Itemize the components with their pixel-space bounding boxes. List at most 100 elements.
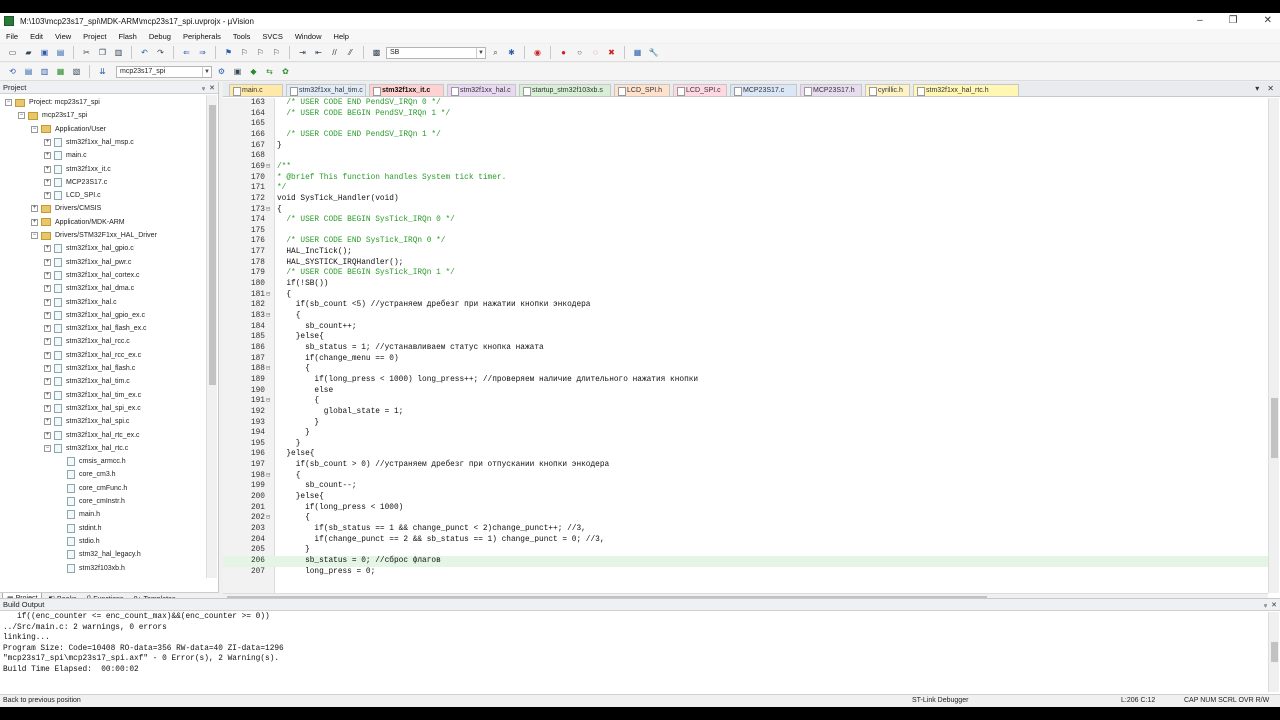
editor-tab[interactable]: LCD_SPI.h — [614, 84, 670, 96]
disable-breakpoint-icon[interactable]: ○ — [573, 46, 586, 59]
tree-file-item[interactable]: + stm32f1xx_hal_spi.c — [44, 415, 129, 428]
code-line[interactable]: 179 /* USER CODE BEGIN SysTick_IRQn 1 */ — [223, 268, 1268, 279]
editor-tab[interactable]: MCP23S17.h — [800, 84, 862, 96]
find-combo[interactable]: SB ▼ — [386, 46, 486, 59]
close-button[interactable]: ✕ — [1264, 15, 1272, 26]
expand-icon[interactable]: + — [44, 391, 51, 399]
expand-icon[interactable]: + — [44, 338, 51, 346]
code-line[interactable]: 193 } — [223, 418, 1268, 429]
expand-icon[interactable]: + — [44, 325, 51, 333]
code-line[interactable]: 163 /* USER CODE END PendSV_IRQn 0 */ — [223, 98, 1268, 109]
expand-icon[interactable]: + — [44, 351, 51, 359]
code-line[interactable]: 169 ⊟/** — [223, 162, 1268, 173]
file-extensions-icon[interactable]: ▣ — [231, 65, 244, 78]
code-line[interactable]: 190 else — [223, 386, 1268, 397]
tree-file-item[interactable]: + stm32f1xx_it.c — [44, 163, 111, 176]
build-output-text[interactable]: if((enc_counter <= enc_count_max)&&(enc_… — [0, 612, 1266, 692]
redo-icon[interactable]: ↷ — [154, 46, 167, 59]
expand-icon[interactable]: + — [44, 431, 51, 439]
tree-file-item[interactable]: − stm32f1xx_hal_rtc.c — [44, 442, 128, 455]
tree-file-item[interactable]: + stm32f1xx_hal_cortex.c — [44, 269, 140, 282]
collapse-icon[interactable]: − — [44, 444, 51, 452]
editor-tab[interactable]: LCD_SPI.c — [673, 84, 727, 96]
code-line[interactable]: 195 } — [223, 439, 1268, 450]
tree-file-item[interactable]: + stm32f1xx_hal_tim_ex.c — [44, 389, 141, 402]
translate-icon[interactable]: ⟲ — [6, 65, 19, 78]
code-line[interactable]: 174 /* USER CODE BEGIN SysTick_IRQn 0 */ — [223, 215, 1268, 226]
menu-project[interactable]: Project — [83, 32, 106, 41]
close-icon[interactable]: ✕ — [209, 84, 215, 92]
fold-marker-icon[interactable]: ⊟ — [266, 162, 274, 173]
fold-marker-icon[interactable]: ⊟ — [266, 471, 274, 482]
open-folder-icon[interactable]: ▰ — [22, 46, 35, 59]
fold-marker-icon[interactable]: ⊟ — [266, 396, 274, 407]
collapse-icon[interactable]: − — [18, 112, 25, 120]
code-line[interactable]: 201 if(long_press < 1000) — [223, 503, 1268, 514]
menu-edit[interactable]: Edit — [30, 32, 43, 41]
code-line[interactable]: 173 ⊟{ — [223, 205, 1268, 216]
kill-breakpoints-icon[interactable]: ✖ — [605, 46, 618, 59]
code-line[interactable]: 206 sb_status = 0; //сброс флагов — [223, 555, 1268, 567]
tree-file-item[interactable]: core_cmFunc.h — [57, 482, 127, 495]
code-line[interactable]: 192 global_state = 1; — [223, 407, 1268, 418]
project-scrollbar[interactable] — [206, 95, 217, 578]
code-line[interactable]: 172 void SysTick_Handler(void) — [223, 194, 1268, 205]
window-layout-icon[interactable]: ▦ — [631, 46, 644, 59]
editor-tab[interactable]: stm32f1xx_hal.c — [447, 84, 516, 96]
close-icon[interactable]: ✕ — [1271, 601, 1277, 609]
paste-icon[interactable]: ▥ — [112, 46, 125, 59]
collapse-icon[interactable]: − — [5, 99, 12, 106]
select-packs-icon[interactable]: ⇆ — [263, 65, 276, 78]
code-line[interactable]: 184 sb_count++; — [223, 322, 1268, 333]
expand-icon[interactable]: + — [44, 285, 51, 293]
tree-file-item[interactable]: + stm32f1xx_hal_rcc.c — [44, 335, 130, 348]
code-line[interactable]: 167} — [223, 141, 1268, 152]
find-in-files-icon[interactable]: ▩ — [370, 46, 383, 59]
tree-file-item[interactable]: + stm32f1xx_hal_spi_ex.c — [44, 402, 141, 415]
code-line[interactable]: 203 if(sb_status == 1 && change_punct < … — [223, 524, 1268, 535]
code-line[interactable]: 178 HAL_SYSTICK_IRQHandler(); — [223, 258, 1268, 269]
chevron-down-icon[interactable]: ▼ — [476, 47, 485, 58]
target-options-icon[interactable]: ⚙ — [215, 65, 228, 78]
bookmark-icon[interactable]: ⚑ — [222, 46, 235, 59]
menu-peripherals[interactable]: Peripherals — [183, 32, 221, 41]
menu-svcs[interactable]: SVCS — [262, 32, 282, 41]
build-icon[interactable]: ▤ — [22, 65, 35, 78]
code-line[interactable]: 196 }else{ — [223, 449, 1268, 460]
code-line[interactable]: 187 if(change_menu == 0) — [223, 354, 1268, 365]
menu-view[interactable]: View — [55, 32, 71, 41]
clear-bookmarks-icon[interactable]: ⚐ — [270, 46, 283, 59]
pack-installer-icon[interactable]: ✿ — [279, 65, 292, 78]
save-all-icon[interactable]: ▤ — [54, 46, 67, 59]
tree-file-item[interactable]: + stm32f1xx_hal_tim.c — [44, 375, 130, 388]
expand-icon[interactable]: + — [44, 178, 51, 186]
editor-tab[interactable]: stm32f1xx_hal_rtc.h — [913, 84, 1019, 96]
tree-file-item[interactable]: stdio.h — [57, 535, 100, 548]
editor-tab[interactable]: stm32f1xx_it.c — [369, 84, 444, 96]
tree-file-item[interactable]: + stm32f1xx_hal_rtc_ex.c — [44, 429, 140, 442]
stop-build-icon[interactable]: ▧ — [70, 65, 83, 78]
code-line[interactable]: 198 ⊟ { — [223, 471, 1268, 482]
code-line[interactable]: 188 ⊟ { — [223, 364, 1268, 375]
manage-run-time-icon[interactable]: ◆ — [247, 65, 260, 78]
tree-file-item[interactable]: + stm32f1xx_hal_dma.c — [44, 282, 134, 295]
code-line[interactable]: 200 }else{ — [223, 492, 1268, 503]
maximize-button[interactable]: ❐ — [1229, 15, 1238, 26]
debug-session-icon[interactable]: ◉ — [531, 46, 544, 59]
scrollbar-thumb[interactable] — [209, 105, 216, 385]
expand-icon[interactable]: + — [44, 192, 51, 200]
target-combo[interactable]: mcp23s17_spi ▼ — [116, 65, 212, 78]
tree-file-item[interactable]: + LCD_SPI.c — [44, 189, 101, 202]
prev-bookmark-icon[interactable]: ⚐ — [238, 46, 251, 59]
tab-list-icon[interactable]: ▾ — [1255, 84, 1259, 93]
menu-tools[interactable]: Tools — [233, 32, 251, 41]
fold-marker-icon[interactable]: ⊟ — [266, 205, 274, 216]
code-line[interactable]: 170 * @brief This function handles System… — [223, 173, 1268, 184]
navigate-back-icon[interactable]: ⇐ — [180, 46, 193, 59]
tree-file-item[interactable]: core_cmInstr.h — [57, 495, 125, 508]
chevron-down-icon[interactable]: ▼ — [202, 66, 211, 77]
editor-scrollbar[interactable] — [1268, 98, 1279, 593]
pin-icon[interactable]: ᵩ — [1264, 601, 1267, 609]
tree-file-item[interactable]: stdint.h — [57, 522, 102, 535]
batch-build-icon[interactable]: ▦ — [54, 65, 67, 78]
